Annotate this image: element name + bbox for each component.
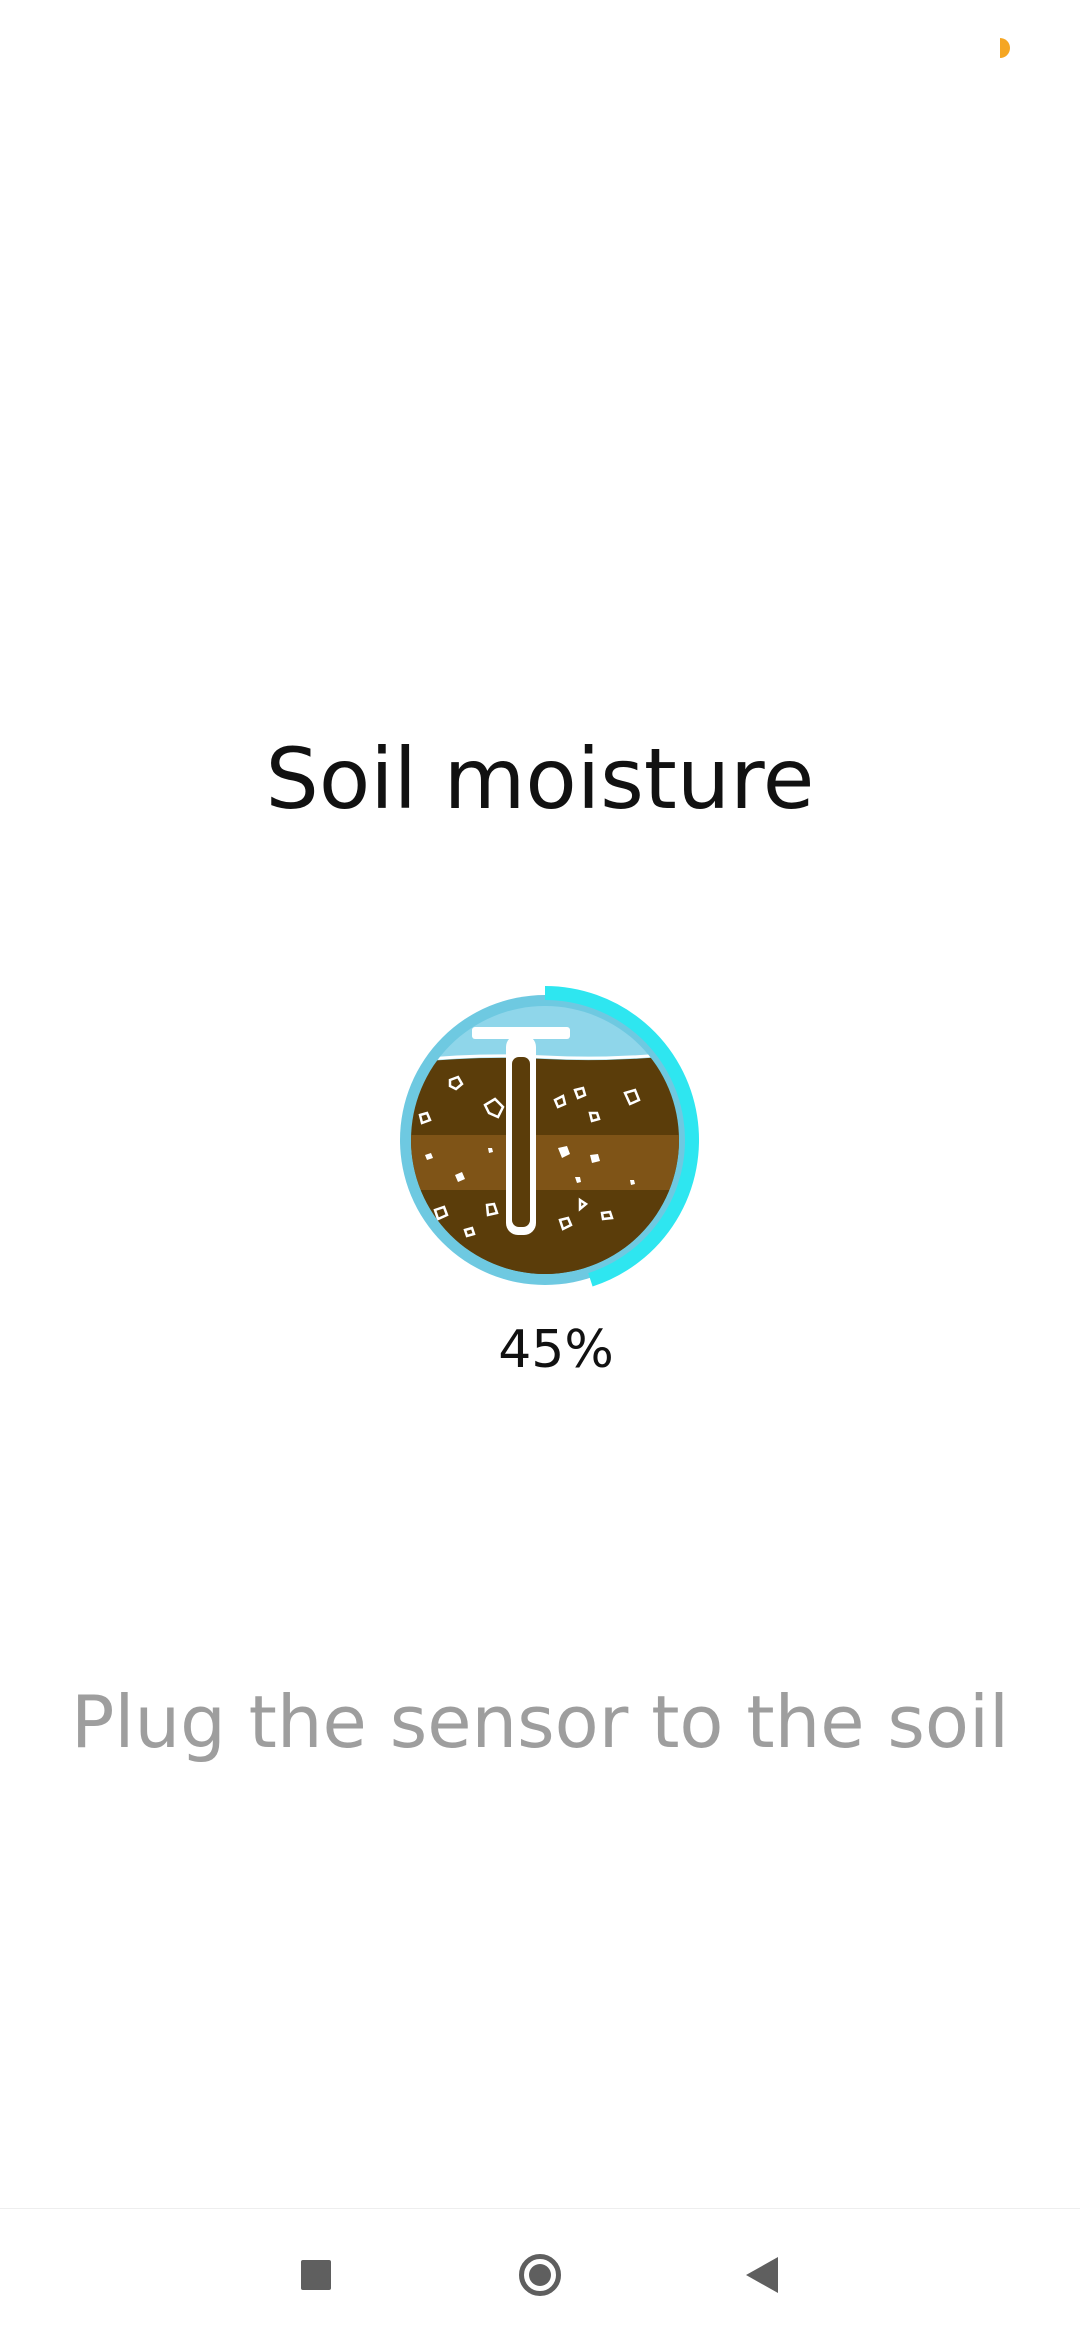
home-button[interactable] xyxy=(498,2233,582,2317)
instruction-text: Plug the sensor to the soil xyxy=(71,1680,1009,1764)
recents-button[interactable] xyxy=(274,2233,358,2317)
status-dot-icon xyxy=(1000,38,1012,58)
home-circle-icon xyxy=(519,2254,561,2296)
moisture-value: 45% xyxy=(498,1320,614,1380)
recents-square-icon xyxy=(301,2260,331,2290)
back-button[interactable] xyxy=(720,2233,804,2317)
moisture-gauge xyxy=(390,985,700,1295)
back-triangle-icon xyxy=(746,2257,778,2293)
soil-sensor-gauge-icon xyxy=(400,986,699,1287)
page-title: Soil moisture xyxy=(265,730,815,828)
screen: Soil moisture 45% Plug the sensor to the… xyxy=(0,0,1080,2340)
navigation-bar xyxy=(0,2208,1080,2340)
